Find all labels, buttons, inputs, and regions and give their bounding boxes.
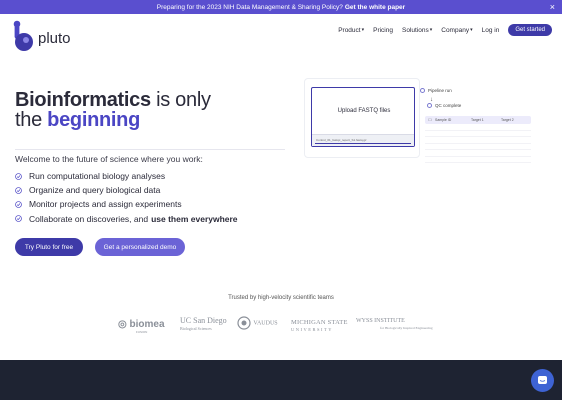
logo-subtext: UNIVERSITY — [291, 327, 333, 332]
chevron-down-icon: ▾ — [361, 27, 365, 33]
upload-panel: Upload FASTQ files Control_01_fastqc_rep… — [311, 87, 415, 147]
logo-subtext: Biological Sciences — [180, 326, 212, 331]
hero-title-plain: the — [15, 109, 48, 131]
biomea-mark-icon: ◎ — [118, 319, 127, 330]
nav-links: Product ▾ Pricing Solutions ▾ Company ▾ … — [338, 24, 552, 36]
hero-title-line-2: the beginning — [15, 110, 211, 130]
table-header-cell: Sample ID — [435, 118, 452, 122]
step-dot-icon — [427, 103, 432, 108]
hero-title: Bioinformatics is only the beginning — [15, 90, 211, 130]
feature-item: Collaborate on discoveries, and use them… — [15, 212, 238, 226]
check-circle-icon — [15, 215, 22, 222]
msu-logo: MICHIGAN STATE UNIVERSITY — [291, 319, 348, 333]
check-circle-icon — [15, 186, 22, 194]
feature-text: Collaborate on discoveries, and — [29, 213, 149, 224]
hero-title-bold: Bioinformatics — [15, 89, 151, 111]
ucsd-logo: UC San Diego Biological Sciences — [180, 317, 227, 333]
upload-label: Upload FASTQ files — [337, 108, 391, 114]
feature-item: Organize and query biological data — [15, 183, 238, 197]
nav-item-solutions[interactable]: Solutions ▾ — [402, 27, 432, 34]
demo-button[interactable]: Get a personalized demo — [95, 238, 185, 256]
get-started-button[interactable]: Get started — [508, 24, 552, 36]
checkbox-icon: ☐ — [428, 118, 432, 122]
announcement-banner: Preparing for the 2023 NIH Data Manageme… — [0, 0, 562, 14]
check-circle-icon — [15, 201, 22, 208]
hero-title-rest: is only — [150, 89, 211, 111]
table-header: ☐ Sample ID Target 1 Target 2 — [425, 116, 531, 124]
pipeline-run-step: Pipeline run — [420, 88, 452, 93]
trusted-label: Trusted by high-velocity scientific team… — [228, 295, 334, 301]
upload-progress-bar — [315, 143, 411, 144]
sample-table: ☐ Sample ID Target 1 Target 2 — [425, 116, 531, 166]
pluto-logo-icon — [13, 20, 33, 51]
top-navigation: pluto Product ▾ Pricing Solutions ▾ Comp… — [0, 14, 562, 52]
hero-divider — [15, 149, 285, 150]
qc-complete-label: QC complete — [435, 103, 462, 108]
hero-title-line-1: Bioinformatics is only — [15, 90, 211, 110]
upload-file-row: Control_01_fastqc_report_S1.fastq.gz — [312, 134, 414, 146]
feature-item: Monitor projects and assign experiments — [15, 197, 238, 211]
nav-item-label: Log in — [481, 26, 500, 34]
table-header-cell: Target 2 — [501, 118, 514, 122]
vaudus-emblem-icon — [237, 316, 251, 330]
dark-section — [0, 360, 562, 400]
nav-item-label: Company — [441, 26, 470, 34]
chat-launcher[interactable] — [531, 369, 554, 392]
nav-item-label: Pricing — [373, 26, 393, 34]
brand-logo[interactable]: pluto — [13, 20, 71, 53]
vaudus-logo: VAUDUS — [236, 313, 278, 333]
feature-item: Run computational biology analyses — [15, 169, 238, 183]
hero-title-accent: beginning — [47, 109, 141, 131]
chevron-down-icon: ▾ — [470, 27, 473, 33]
logo-text: WYSS INSTITUTE — [356, 318, 405, 324]
logo-text: MICHIGAN STATE — [291, 319, 348, 326]
chat-bubble-icon — [538, 376, 547, 384]
feature-list: Run computational biology analyses Organ… — [15, 169, 238, 226]
feature-text: Organize and query biological data — [29, 185, 161, 196]
logo-subtext: for Biologically Inspired Engineering — [380, 326, 433, 330]
step-dot-icon — [420, 88, 425, 93]
close-icon[interactable]: × — [550, 1, 555, 13]
feature-text-bold: use them everywhere — [151, 213, 238, 224]
hero-intro: Welcome to the future of science where y… — [15, 154, 203, 164]
nav-item-label: Solutions — [401, 26, 429, 34]
banner-text: Preparing for the 2023 NIH Data Manageme… — [156, 3, 343, 11]
nav-item-label: Product — [338, 26, 361, 34]
banner-link[interactable]: Get the white paper — [345, 4, 405, 11]
try-free-button[interactable]: Try Pluto for free — [15, 238, 83, 256]
logo-text: biomea — [129, 319, 165, 330]
check-circle-icon — [15, 172, 22, 180]
chevron-down-icon: ▾ — [429, 27, 433, 33]
feature-text: Run computational biology analyses — [29, 171, 166, 182]
feature-text: Monitor projects and assign experiments — [29, 199, 182, 210]
customer-logos: ◎ biomea FUSION UC San Diego Biological … — [116, 312, 446, 336]
nav-item-product[interactable]: Product ▾ — [338, 27, 364, 34]
qc-complete-step: QC complete — [427, 103, 461, 108]
brand-name: pluto — [38, 29, 71, 47]
pipeline-run-label: Pipeline run — [428, 88, 452, 93]
logo-text: VAUDUS — [253, 320, 278, 327]
nav-item-pricing[interactable]: Pricing — [373, 27, 393, 34]
table-header-cell: Target 1 — [471, 118, 484, 122]
logo-text: UC San Diego — [180, 316, 227, 325]
table-row — [425, 157, 531, 163]
wyss-logo: WYSS INSTITUTE for Biologically Inspired… — [356, 318, 433, 332]
nav-item-login[interactable]: Log in — [482, 27, 500, 34]
nav-item-company[interactable]: Company ▾ — [441, 27, 472, 34]
biomea-logo: ◎ biomea FUSION — [118, 319, 165, 334]
logo-subtext: FUSION — [136, 330, 148, 334]
